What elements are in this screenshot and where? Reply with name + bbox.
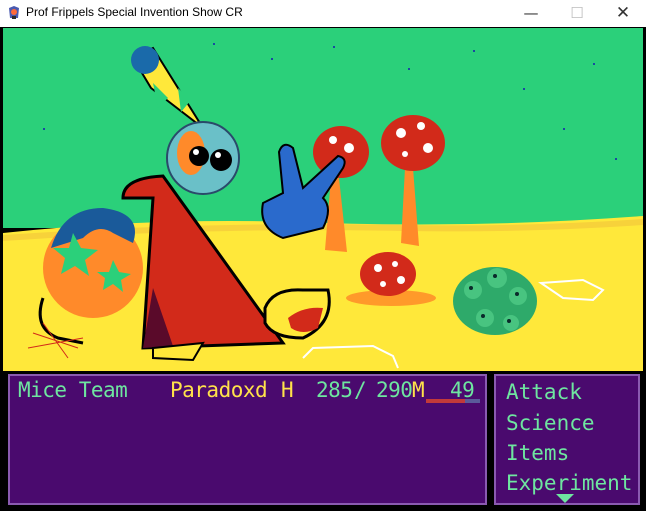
command-experiment[interactable]: Experiment (506, 471, 632, 495)
hp-label: H (281, 378, 294, 402)
command-science[interactable]: Science (506, 411, 595, 435)
hp-current: 285 (316, 378, 353, 402)
minimize-button[interactable]: — (508, 0, 554, 27)
title-bar: Prof Frippels Special Invention Show CR … (0, 0, 646, 28)
party-label: Mice Team (18, 378, 128, 402)
app-icon (7, 6, 21, 20)
hp-separator: / (354, 378, 367, 402)
mp-bar-fill (426, 399, 465, 403)
command-attack[interactable]: Attack (506, 380, 582, 404)
hp-max: 290 (376, 378, 413, 402)
command-items[interactable]: Items (506, 441, 569, 465)
battle-scene (3, 28, 643, 371)
window-title: Prof Frippels Special Invention Show CR (26, 5, 243, 19)
critter-swarm (453, 267, 537, 335)
maximize-button[interactable]: ☐ (554, 0, 600, 27)
close-button[interactable]: ✕ (600, 0, 646, 27)
character-name: Paradoxd (170, 378, 268, 402)
mp-label: M (412, 378, 425, 402)
menu-scroll-down-icon (556, 494, 574, 503)
